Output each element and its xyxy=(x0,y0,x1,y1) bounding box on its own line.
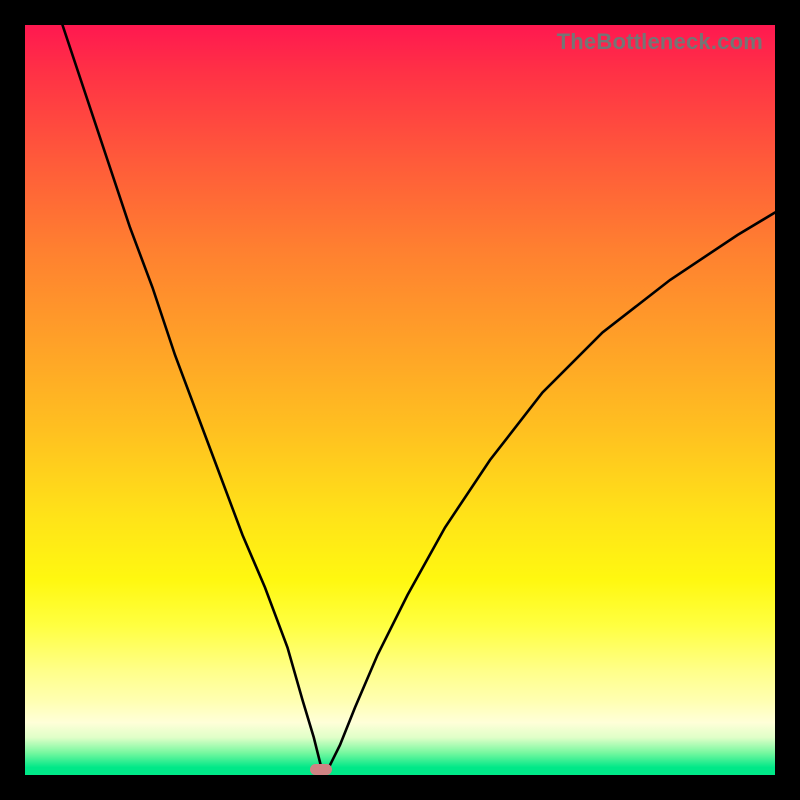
curve-right xyxy=(329,213,775,768)
curve-left xyxy=(63,25,322,768)
min-marker xyxy=(310,764,332,775)
bottleneck-curve xyxy=(25,25,775,775)
chart-frame: TheBottleneck.com xyxy=(25,25,775,775)
